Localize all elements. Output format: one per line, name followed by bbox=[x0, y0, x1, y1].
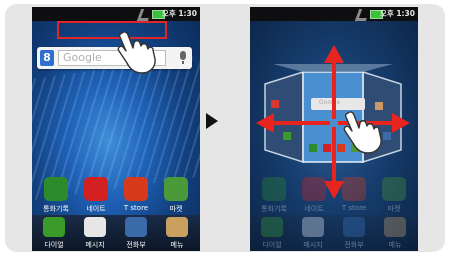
dock-label: 다이얼 bbox=[44, 241, 64, 249]
contacts-icon[interactable] bbox=[125, 217, 147, 237]
tstore-icon bbox=[124, 177, 148, 201]
dock: 다이얼 메시지 전화부 메뉴 bbox=[32, 215, 200, 251]
status-bar[interactable]: 오후 1:30 bbox=[32, 7, 200, 21]
app-label: 마켓 bbox=[169, 205, 183, 213]
next-step-arrow-icon bbox=[206, 113, 218, 129]
market-icon bbox=[164, 177, 188, 201]
phone-screen-after: 오후 1:30 통화기록 네이트 T store 마켓 다이얼 메시지 전화부 … bbox=[250, 7, 418, 251]
google-logo-icon: 8 bbox=[40, 50, 54, 66]
status-time: 오후 1:30 bbox=[161, 9, 197, 18]
app-label: 통화기록 bbox=[43, 205, 69, 213]
nate-icon bbox=[84, 177, 108, 201]
swipe-direction-arrows-icon bbox=[256, 45, 410, 199]
signal-icon bbox=[136, 9, 153, 21]
app-nate[interactable]: 네이트 bbox=[78, 177, 114, 217]
mic-icon[interactable] bbox=[180, 51, 186, 64]
message-icon[interactable] bbox=[84, 217, 106, 237]
dock-label: 전화부 bbox=[126, 241, 146, 249]
app-tstore[interactable]: T store bbox=[118, 177, 154, 217]
dock-label: 메뉴 bbox=[170, 241, 184, 249]
call-log-icon bbox=[44, 177, 68, 201]
home-app-row: 통화기록 네이트 T store 마켓 bbox=[32, 177, 200, 217]
dialer-icon[interactable] bbox=[43, 217, 65, 237]
phone-screen-before: 오후 1:30 8 Google 통화기록 네이트 T store 마켓 다이얼 bbox=[32, 7, 200, 251]
app-label: T store bbox=[123, 204, 149, 212]
dock-label: 메시지 bbox=[85, 241, 105, 249]
app-call-log[interactable]: 통화기록 bbox=[38, 177, 74, 217]
pointing-hand-icon bbox=[343, 111, 382, 154]
app-label: 네이트 bbox=[86, 205, 106, 213]
menu-icon[interactable] bbox=[166, 217, 188, 237]
app-market[interactable]: 마켓 bbox=[158, 177, 194, 217]
pointing-hand-icon bbox=[117, 31, 156, 74]
